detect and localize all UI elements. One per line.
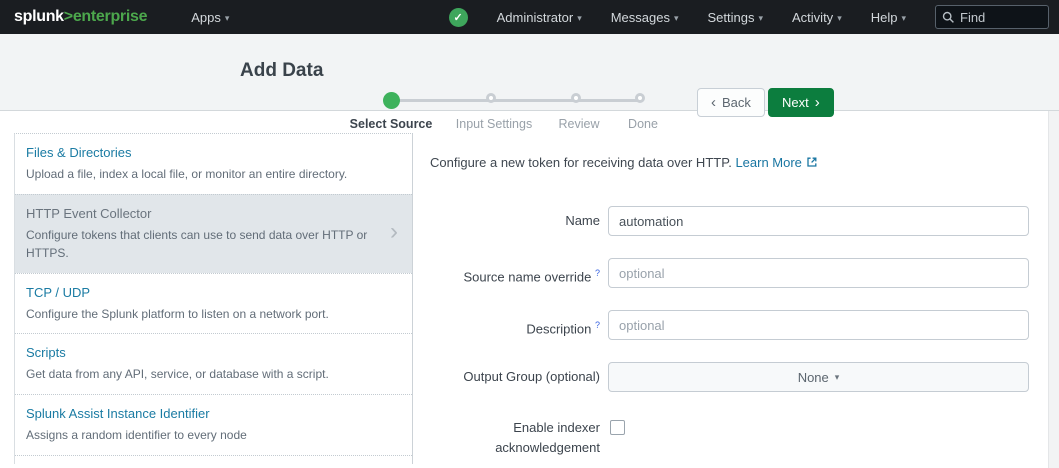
step-label-select-source: Select Source [350,117,433,131]
apps-menu[interactable]: Apps▾ [191,10,229,25]
caret-down-icon: ▾ [577,13,582,23]
source-item-desc: Assigns a random identifier to every nod… [26,426,400,445]
learn-more-link[interactable]: Learn More [735,155,801,170]
help-icon[interactable]: ? [595,268,600,278]
wizard-stepper: Select Source Input Settings Review Done [355,75,685,135]
source-list-filler [15,455,412,464]
source-item-title: TCP / UDP [26,285,400,300]
back-button[interactable]: ‹ Back [697,88,765,117]
source-item-http-event-collector[interactable]: HTTP Event Collector Configure tokens th… [15,194,412,273]
source-name-override-label: Source name override ? [430,258,600,292]
enable-indexer-ack-label: Enable indexer acknowledgement [430,418,600,458]
status-check-icon[interactable]: ✓ [449,8,468,27]
help-menu[interactable]: Help▾ [871,10,906,25]
source-item-desc: Configure the Splunk platform to listen … [26,305,400,324]
top-bar: splunk>enterprise Apps▾ ✓ Administrator▾… [0,0,1059,34]
page-title: Add Data [240,60,323,82]
caret-down-icon: ▾ [674,13,679,23]
form-intro: Configure a new token for receiving data… [430,155,818,171]
description-input[interactable] [608,310,1029,340]
step-label-done: Done [628,117,658,131]
caret-down-icon: ▾ [835,372,840,383]
step-dot-input-settings [486,93,496,103]
caret-down-icon: ▾ [901,13,906,23]
source-item-desc: Get data from any API, service, or datab… [26,365,400,384]
help-icon[interactable]: ? [595,320,600,330]
logo-brand: splunk [14,8,64,25]
step-dot-review [571,93,581,103]
settings-menu[interactable]: Settings▾ [708,10,764,25]
source-item-title: Scripts [26,345,400,360]
splunk-logo[interactable]: splunk>enterprise [14,8,147,26]
logo-product: enterprise [73,8,147,25]
output-group-dropdown[interactable]: None ▾ [608,362,1029,392]
description-label: Description ? [430,310,600,344]
source-item-scripts[interactable]: Scripts Get data from any API, service, … [15,333,412,394]
source-item-title: HTTP Event Collector [26,206,374,221]
source-item-splunk-assist[interactable]: Splunk Assist Instance Identifier Assign… [15,394,412,455]
step-dot-done [635,93,645,103]
source-item-title: Files & Directories [26,145,400,160]
name-label: Name [430,206,600,236]
scrollbar-track[interactable] [1048,111,1059,468]
step-label-input-settings: Input Settings [456,117,532,131]
activity-menu[interactable]: Activity▾ [792,10,842,25]
source-item-desc: Configure tokens that clients can use to… [26,226,374,263]
source-list: Files & Directories Upload a file, index… [14,133,413,464]
logo-separator: > [64,8,73,25]
step-label-review: Review [559,117,600,131]
caret-down-icon: ▾ [758,13,763,23]
stepper-track [391,99,643,102]
source-name-override-input[interactable] [608,258,1029,288]
messages-menu[interactable]: Messages▾ [611,10,679,25]
caret-down-icon: ▾ [225,13,230,23]
source-item-files-directories[interactable]: Files & Directories Upload a file, index… [15,134,412,194]
source-item-title: Splunk Assist Instance Identifier [26,406,400,421]
output-group-label: Output Group (optional) [430,362,600,392]
chevron-left-icon: ‹ [711,95,716,110]
find-search-box[interactable] [935,5,1049,29]
page-header: Add Data Select Source Input Settings Re… [0,34,1059,111]
external-link-icon[interactable] [806,156,818,171]
find-input[interactable] [960,10,1040,25]
source-item-tcp-udp[interactable]: TCP / UDP Configure the Splunk platform … [15,273,412,334]
step-dot-select-source [383,92,400,109]
chevron-right-icon: › [390,217,398,245]
search-icon [942,11,955,24]
enable-indexer-ack-checkbox[interactable] [610,420,625,435]
name-input[interactable] [608,206,1029,236]
chevron-right-icon: › [815,95,820,110]
next-button[interactable]: Next › [768,88,834,117]
administrator-menu[interactable]: Administrator▾ [497,10,582,25]
source-item-desc: Upload a file, index a local file, or mo… [26,165,400,184]
caret-down-icon: ▾ [837,13,842,23]
token-config-form: Configure a new token for receiving data… [430,155,1030,455]
